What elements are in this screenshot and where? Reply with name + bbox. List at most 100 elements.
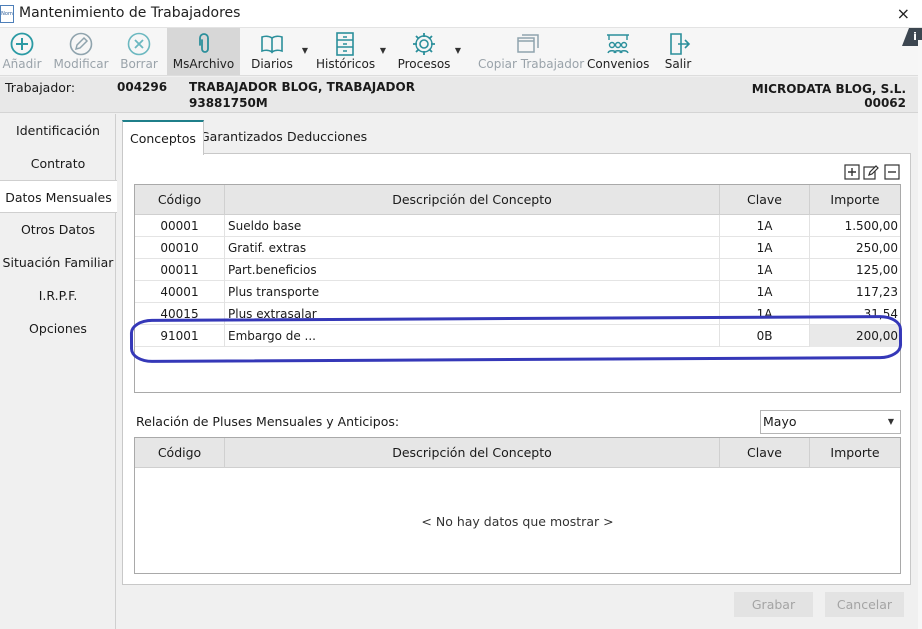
worker-header: Trabajador: 004296 TRABAJADOR BLOG, TRAB… xyxy=(0,77,922,113)
msarchivo-button-label: MsArchivo xyxy=(172,57,235,71)
col-header-clave[interactable]: Clave xyxy=(720,438,810,468)
cell-descripcion: Embargo de ... xyxy=(225,325,720,347)
edit-row-icon[interactable] xyxy=(863,164,879,180)
cell-clave: 1A xyxy=(720,303,810,325)
diarios-button[interactable]: Diarios ▼ xyxy=(248,28,308,75)
close-window-button[interactable]: × xyxy=(897,4,910,23)
chevron-down-icon: ▼ xyxy=(887,417,894,426)
diarios-dropdown-icon[interactable]: ▼ xyxy=(302,46,308,55)
title-bar: Nom Mantenimiento de Trabajadores × xyxy=(0,0,922,28)
col-header-codigo[interactable]: Código xyxy=(135,438,225,468)
cancel-button[interactable]: Cancelar xyxy=(825,592,904,617)
people-group-icon xyxy=(607,34,629,54)
table-row[interactable]: 40001 Plus transporte 1A 117,23 xyxy=(135,281,900,303)
col-header-descripcion[interactable]: Descripción del Concepto xyxy=(225,185,720,215)
worker-name: TRABAJADOR BLOG, TRABAJADOR xyxy=(189,80,415,94)
gear-icon xyxy=(413,33,435,55)
window-title: Mantenimiento de Trabajadores xyxy=(19,5,241,21)
historicos-button[interactable]: Históricos ▼ xyxy=(316,28,386,75)
remove-row-icon[interactable] xyxy=(884,164,900,180)
cell-descripcion: Plus transporte xyxy=(225,281,720,303)
diarios-button-label: Diarios xyxy=(251,57,293,71)
col-header-descripcion[interactable]: Descripción del Concepto xyxy=(225,438,720,468)
cell-importe: 200,00 xyxy=(810,325,900,347)
exit-button-label: Salir xyxy=(664,57,692,71)
procesos-button[interactable]: Procesos ▼ xyxy=(397,28,461,75)
cell-descripcion: Gratif. extras xyxy=(225,237,720,259)
nav-item-irpf[interactable]: I.R.P.F. xyxy=(0,279,116,312)
table-row[interactable]: 00010 Gratif. extras 1A 250,00 xyxy=(135,237,900,259)
cell-importe: 125,00 xyxy=(856,263,898,277)
worker-label: Trabajador: xyxy=(5,80,76,95)
app-icon: Nom xyxy=(0,5,14,23)
cell-importe: 31,54 xyxy=(863,307,898,321)
worker-code: 004296 xyxy=(117,80,168,94)
table-row[interactable]: 00001 Sueldo base 1A 1.500,00 xyxy=(135,215,900,237)
grid-header: Código Descripción del Concepto Clave Im… xyxy=(135,185,900,215)
nav-item-situacion-familiar[interactable]: Situación Familiar xyxy=(0,246,116,279)
cell-codigo: 40001 xyxy=(135,281,225,303)
cell-clave: 1A xyxy=(720,259,810,281)
cell-clave: 1A xyxy=(720,237,810,259)
nav-item-otros-datos[interactable]: Otros Datos xyxy=(0,213,116,246)
delete-circle-icon xyxy=(127,32,151,56)
cell-importe: 250,00 xyxy=(856,241,898,255)
filing-cabinet-icon xyxy=(336,32,354,56)
left-navigation: Identificación Contrato Datos Mensuales … xyxy=(0,114,117,629)
delete-button[interactable]: Borrar xyxy=(118,28,160,75)
col-header-codigo[interactable]: Código xyxy=(135,185,225,215)
table-row-selected[interactable]: 91001 Embargo de ... 0B 200,00 xyxy=(135,325,900,347)
month-select-value: Mayo xyxy=(763,414,797,429)
book-icon xyxy=(261,35,283,54)
copy-worker-button[interactable]: Copiar Trabajador xyxy=(478,28,585,75)
month-select[interactable]: Mayo ▼ xyxy=(760,410,901,434)
nav-item-identificacion[interactable]: Identificación xyxy=(0,114,116,147)
delete-button-label: Borrar xyxy=(120,57,158,71)
pencil-circle-icon xyxy=(69,32,93,56)
add-button[interactable]: Añadir xyxy=(0,28,44,75)
nav-item-contrato[interactable]: Contrato xyxy=(0,147,116,180)
cell-descripcion: Plus extrasalar xyxy=(225,303,720,325)
procesos-button-label: Procesos xyxy=(397,57,451,71)
cell-codigo: 40015 xyxy=(135,303,225,325)
col-header-importe[interactable]: Importe xyxy=(810,185,900,215)
save-button[interactable]: Grabar xyxy=(734,592,813,617)
cell-codigo: 91001 xyxy=(135,325,225,347)
exit-button[interactable]: Salir xyxy=(660,28,696,75)
pluses-grid-header: Código Descripción del Concepto Clave Im… xyxy=(135,438,900,468)
add-circle-icon xyxy=(10,32,34,56)
cell-descripcion: Part.beneficios xyxy=(225,259,720,281)
conceptos-grid: Código Descripción del Concepto Clave Im… xyxy=(134,184,901,393)
tab-conceptos[interactable]: Conceptos xyxy=(122,120,204,155)
copy-worker-button-label: Copiar Trabajador xyxy=(478,57,585,71)
historicos-button-label: Históricos xyxy=(316,57,376,71)
empty-grid-message: < No hay datos que mostrar > xyxy=(421,514,614,529)
paperclip-icon xyxy=(198,33,209,53)
copy-window-icon xyxy=(517,34,539,53)
convenios-button[interactable]: Convenios xyxy=(587,28,649,75)
tab-garantizados[interactable]: Garantizados xyxy=(193,120,290,154)
cell-codigo: 00011 xyxy=(135,259,225,281)
tab-deducciones[interactable]: Deducciones xyxy=(280,120,374,154)
pluses-section-label: Relación de Pluses Mensuales y Anticipos… xyxy=(136,414,400,429)
pluses-grid: Código Descripción del Concepto Clave Im… xyxy=(134,437,901,574)
company-code: 00062 xyxy=(864,96,906,110)
cell-codigo: 00010 xyxy=(135,237,225,259)
company-name: MICRODATA BLOG, S.L. xyxy=(751,82,906,96)
cell-clave: 0B xyxy=(720,325,810,347)
cell-clave: 1A xyxy=(720,215,810,237)
nav-item-datos-mensuales[interactable]: Datos Mensuales xyxy=(0,180,117,213)
exit-door-icon xyxy=(670,33,691,55)
procesos-dropdown-icon[interactable]: ▼ xyxy=(455,46,461,55)
col-header-importe[interactable]: Importe xyxy=(810,438,900,468)
table-row[interactable]: 40015 Plus extrasalar 1A 31,54 xyxy=(135,303,900,325)
nav-item-opciones[interactable]: Opciones xyxy=(0,312,116,345)
table-row[interactable]: 00011 Part.beneficios 1A 125,00 xyxy=(135,259,900,281)
cell-clave: 1A xyxy=(720,281,810,303)
historicos-dropdown-icon[interactable]: ▼ xyxy=(380,46,386,55)
col-header-clave[interactable]: Clave xyxy=(720,185,810,215)
modify-button[interactable]: Modificar xyxy=(52,28,110,75)
msarchivo-button[interactable]: MsArchivo xyxy=(167,28,240,75)
cell-importe: 117,23 xyxy=(856,285,898,299)
add-row-icon[interactable] xyxy=(844,164,860,180)
